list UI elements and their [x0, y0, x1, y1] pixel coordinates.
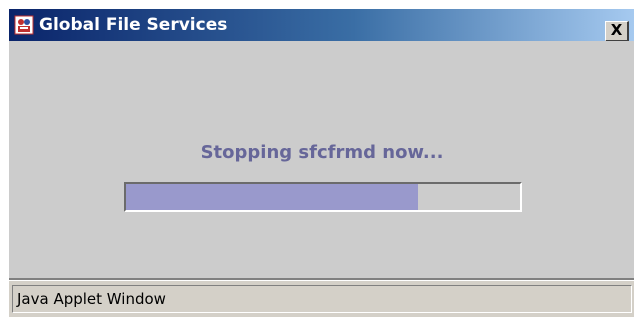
title-bar[interactable]: Global File Services X [9, 9, 634, 42]
status-bar-text: Java Applet Window [17, 290, 166, 308]
applet-window: Global File Services X Stopping sfcfrmd … [8, 8, 634, 317]
progress-bar [124, 182, 522, 212]
progress-fill [126, 184, 418, 210]
java-applet-icon [14, 15, 34, 35]
status-bar: Java Applet Window [12, 285, 632, 313]
close-button[interactable]: X [605, 21, 629, 42]
divider [9, 278, 634, 281]
window-title: Global File Services [39, 15, 228, 35]
status-message: Stopping sfcfrmd now... [200, 142, 444, 163]
content-area: Stopping sfcfrmd now... [9, 41, 634, 278]
